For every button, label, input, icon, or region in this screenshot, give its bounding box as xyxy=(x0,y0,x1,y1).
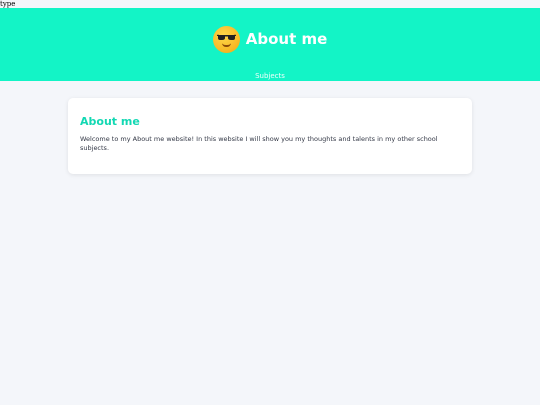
site-title: About me xyxy=(245,30,328,48)
sunglasses-icon xyxy=(216,34,236,40)
brand[interactable]: About me xyxy=(0,24,540,54)
card-title: About me xyxy=(80,115,140,128)
nav-link-subjects[interactable]: Subjects xyxy=(0,72,540,81)
sunglasses-emoji-icon xyxy=(212,25,240,53)
about-card: About me Welcome to my About me website!… xyxy=(68,98,472,174)
type-text: type xyxy=(0,0,16,8)
emoji-mouth xyxy=(221,43,231,47)
site-header: About me Subjects xyxy=(0,8,540,81)
card-description: Welcome to my About me website! In this … xyxy=(80,135,438,152)
